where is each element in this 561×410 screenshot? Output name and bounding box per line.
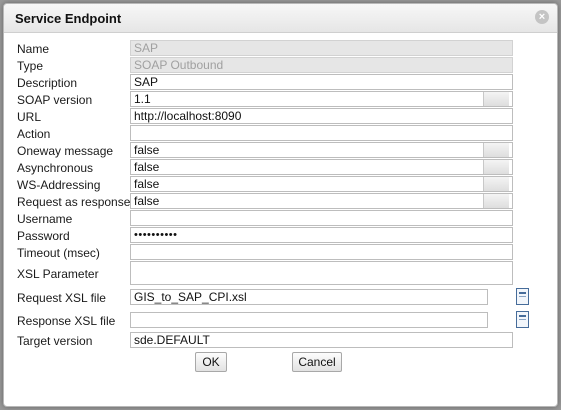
password-field[interactable]: •••••••••• xyxy=(130,227,513,243)
name-label: Name xyxy=(17,42,50,56)
request-as-response-select[interactable]: false xyxy=(130,193,513,209)
oneway-message-dropdown-button[interactable] xyxy=(483,143,509,157)
ws-addressing-select[interactable]: false xyxy=(130,176,513,192)
dialog-title: Service Endpoint xyxy=(15,11,122,26)
timeout-label: Timeout (msec) xyxy=(17,246,100,260)
asynchronous-label: Asynchronous xyxy=(17,161,94,175)
response-xsl-label: Response XSL file xyxy=(17,314,116,328)
username-field[interactable] xyxy=(130,210,513,226)
password-label: Password xyxy=(17,229,70,243)
description-field[interactable]: SAP xyxy=(130,74,513,90)
ws-addressing-dropdown-button[interactable] xyxy=(483,177,509,191)
soap-version-label: SOAP version xyxy=(17,93,93,107)
service-endpoint-dialog: Service Endpoint × Name SAP Type SOAP Ou… xyxy=(3,3,558,407)
type-field: SOAP Outbound xyxy=(130,57,513,73)
ok-button[interactable]: OK xyxy=(195,352,227,372)
close-icon[interactable]: × xyxy=(535,10,549,24)
request-as-response-dropdown-button[interactable] xyxy=(483,194,509,208)
oneway-message-label: Oneway message xyxy=(17,144,114,158)
url-label: URL xyxy=(17,110,42,124)
asynchronous-select[interactable]: false xyxy=(130,159,513,175)
action-field[interactable] xyxy=(130,125,513,141)
soap-version-dropdown-button[interactable] xyxy=(483,92,509,106)
target-version-field[interactable]: sde.DEFAULT xyxy=(130,332,513,348)
request-xsl-browse-icon[interactable] xyxy=(516,288,529,305)
response-xsl-browse-icon[interactable] xyxy=(516,311,529,328)
name-field: SAP xyxy=(130,40,513,56)
target-version-label: Target version xyxy=(17,334,93,348)
request-xsl-label: Request XSL file xyxy=(17,291,106,305)
response-xsl-field[interactable] xyxy=(130,312,488,328)
request-xsl-field[interactable]: GIS_to_SAP_CPI.xsl xyxy=(130,289,488,305)
soap-version-select[interactable]: 1.1 xyxy=(130,91,513,107)
description-label: Description xyxy=(17,76,78,90)
ws-addressing-label: WS-Addressing xyxy=(17,178,101,192)
xsl-parameter-label: XSL Parameter xyxy=(17,267,99,281)
type-label: Type xyxy=(17,59,44,73)
oneway-message-select[interactable]: false xyxy=(130,142,513,158)
xsl-parameter-field[interactable] xyxy=(130,261,513,285)
url-field[interactable]: http://localhost:8090 xyxy=(130,108,513,124)
dialog-titlebar: Service Endpoint × xyxy=(4,4,557,33)
request-as-response-label: Request as response xyxy=(17,195,131,209)
timeout-field[interactable] xyxy=(130,244,513,260)
action-label: Action xyxy=(17,127,51,141)
asynchronous-dropdown-button[interactable] xyxy=(483,160,509,174)
username-label: Username xyxy=(17,212,73,226)
cancel-button[interactable]: Cancel xyxy=(292,352,342,372)
